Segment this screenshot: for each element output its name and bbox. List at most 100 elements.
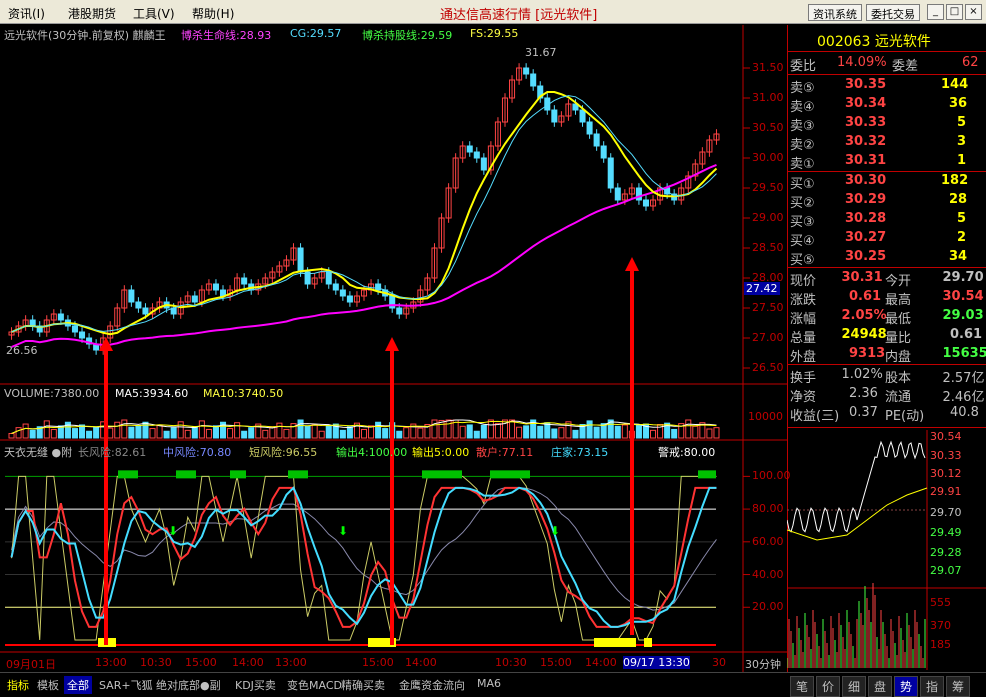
stat-label: 内盘 (885, 350, 912, 365)
weibi-row: 委比 14.09% 委差 62 (790, 55, 979, 74)
stat2-value: 1.02% (841, 367, 883, 382)
bottom-tab[interactable]: 模板 (34, 676, 62, 694)
sell-level-label: 卖⑤ (790, 81, 815, 96)
stat-label: 总量 (790, 331, 817, 346)
candle-body (579, 109, 586, 123)
indicator-axis-label: 100.00 (752, 469, 791, 483)
volume-bar (241, 430, 248, 439)
stat-label: 最高 (885, 293, 912, 308)
buy-level-volume: 5 (957, 211, 967, 226)
volume-bar (297, 419, 304, 439)
buy-level-volume: 182 (941, 173, 969, 188)
time-axis-label: 14:00 (232, 656, 264, 669)
menu-tools[interactable]: 工具(V) (133, 5, 175, 22)
bottom-tab[interactable]: 全部 (64, 676, 92, 694)
signal-block-green (230, 470, 246, 479)
time-axis-label: 14:00 (405, 656, 437, 669)
sell-level-volume: 1 (957, 153, 967, 168)
time-axis-label: 10:30 (495, 656, 527, 669)
candle-body (191, 295, 198, 303)
sell-level-volume: 36 (949, 96, 968, 111)
sell-level-price: 30.33 (845, 115, 887, 130)
bottom-tab[interactable]: 绝对底部●副 (153, 676, 224, 694)
volume-bar (29, 429, 36, 439)
sell-level-price: 30.34 (845, 96, 887, 111)
sell-level-label: 卖③ (790, 119, 815, 134)
close-icon[interactable]: × (965, 4, 982, 20)
volume-bar (382, 428, 389, 439)
price-axis-label: 26.50 (752, 361, 784, 374)
menu-help[interactable]: 帮助(H) (192, 5, 234, 22)
indicator-axis-label: 80.00 (752, 502, 784, 516)
info-system-button[interactable]: 资讯系统 (808, 4, 862, 21)
sell-level-volume: 5 (957, 115, 967, 130)
signal-block-green (176, 470, 196, 479)
price-axis-label: 28.50 (752, 241, 784, 254)
buy-arrow-shaft (104, 349, 108, 645)
right-panel-tab[interactable]: 指 (920, 676, 945, 697)
candle-body (346, 295, 353, 303)
kline-chart-area[interactable]: ⬇ ⬇ ⬇ (0, 25, 787, 672)
bottom-tab[interactable]: MA6 (474, 676, 504, 691)
price-axis-label: 31.50 (752, 61, 784, 74)
stat2-label: 流通 (885, 390, 912, 405)
stock-code-name: 002063 远光软件 (817, 34, 931, 50)
right-panel-tab[interactable]: 盘 (868, 676, 893, 697)
retail-label: 散户:77.11 (476, 446, 534, 459)
candle-body (142, 307, 149, 315)
right-panel-tab[interactable]: 筹 (946, 676, 971, 697)
bottom-tab[interactable]: KDJ买卖 (232, 676, 279, 694)
volume-ma5-label: MA5:3934.60 (115, 387, 189, 400)
candle-body (480, 157, 487, 171)
candle-body (642, 199, 650, 207)
right-panel-tab[interactable]: 势 (894, 676, 919, 697)
candle-body (297, 247, 304, 273)
candle-body (339, 289, 346, 297)
sell-level-label: 卖② (790, 138, 815, 153)
bottom-tab[interactable]: 精确买卖 (338, 676, 388, 694)
output4-label: 输出4:100.00 (336, 446, 408, 459)
volume-ma10-label: MA10:3740.50 (203, 387, 284, 400)
time-axis-label: 10:30 (140, 656, 172, 669)
stat-label: 量比 (885, 331, 912, 346)
stat2-label: 换手 (790, 371, 817, 386)
maximize-icon[interactable]: □ (946, 4, 963, 20)
right-panel-tab[interactable]: 细 (842, 676, 867, 697)
bottom-tab[interactable]: SAR+飞狐 (96, 676, 156, 694)
buy-level-volume: 34 (949, 249, 968, 264)
indicator-name: 天衣无缝 ●附 (4, 446, 73, 459)
time-axis-label: 15:00 (540, 656, 572, 669)
trade-button[interactable]: 委托交易 (866, 4, 920, 21)
bottom-tab[interactable]: 变色MACD (284, 676, 345, 694)
volume-bar (593, 426, 600, 439)
right-panel-tab[interactable]: 价 (816, 676, 841, 697)
period-label: 30分钟 (745, 658, 781, 671)
mini-axis-label: 29.91 (930, 485, 962, 498)
signal-block-green (422, 470, 462, 479)
right-panel-tab[interactable]: 笔 (790, 676, 815, 697)
mini-axis-label: 555 (930, 596, 951, 609)
bottom-tab-bar: 指标 模板 全部 SAR+飞狐 绝对底部●副 KDJ买卖 变色MACD 精确买卖 金鹰资金流向 M… (0, 672, 986, 697)
candle-body (396, 307, 403, 315)
candle-body (325, 271, 332, 285)
minimize-icon[interactable]: _ (927, 4, 944, 20)
volume-bar (551, 428, 558, 439)
sell-level-volume: 3 (957, 134, 967, 149)
signal-block-green (118, 470, 138, 479)
candle-body (78, 331, 86, 339)
menu-hk-futures[interactable]: 港股期货 (68, 5, 116, 22)
bottom-tab[interactable]: 金鹰资金流向 (396, 676, 468, 694)
buy-level-price: 30.28 (845, 211, 887, 226)
signal-block-yellow (594, 638, 636, 647)
bottom-tab[interactable]: 指标 (4, 676, 32, 694)
menu-info[interactable]: 资讯(I) (8, 5, 45, 22)
intraday-avg-line (787, 487, 928, 541)
stat-value: 0.61 (950, 327, 983, 342)
volume-axis-label: 10000 (748, 410, 783, 423)
down-arrow-icon: ⬇ (338, 524, 348, 538)
volume-bar (304, 425, 311, 439)
current-price-tag: 27.42 (744, 282, 780, 295)
candle-body (473, 151, 480, 159)
stat2-label: 收益(三) (790, 409, 840, 424)
buy-level-label: 买③ (790, 215, 815, 230)
